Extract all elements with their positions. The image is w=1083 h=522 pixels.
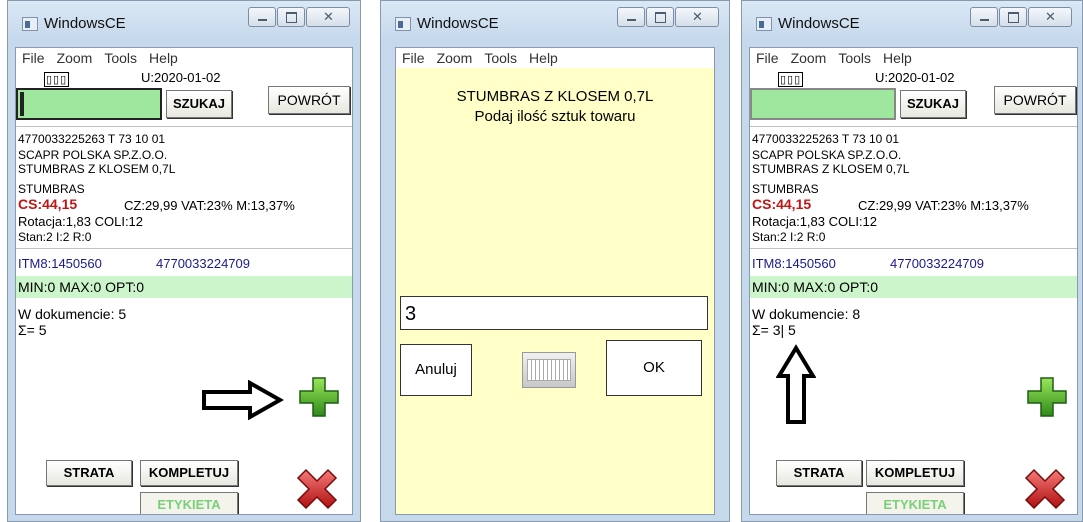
ean-line: 4770033225263 T 73 10 01 — [18, 132, 166, 146]
window-title: WindowsCE — [417, 15, 499, 32]
window-1: WindowsCE File Zoom Tools Help ▯▯▯ U:202… — [7, 0, 361, 522]
menu-tools[interactable]: Tools — [484, 48, 517, 68]
product-name: STUMBRAS Z KLOSEM 0,7L — [18, 162, 176, 176]
keyboard-icon[interactable] — [522, 352, 576, 388]
menu-zoom[interactable]: Zoom — [791, 48, 827, 68]
maximize-button[interactable] — [999, 7, 1027, 27]
menu-zoom[interactable]: Zoom — [57, 48, 93, 68]
barcode-icon: ▯▯▯ — [44, 72, 70, 87]
red-x-icon[interactable] — [294, 466, 340, 512]
rotation-info: Rotacja:1,83 COLI:12 — [752, 214, 878, 229]
product-name: STUMBRAS Z KLOSEM 0,7L — [752, 162, 910, 176]
menu-tools[interactable]: Tools — [838, 48, 871, 68]
minmax-bar: MIN:0 MAX:0 OPT:0 — [16, 276, 352, 298]
price-cs: CS:44,15 — [752, 196, 812, 212]
menu-help[interactable]: Help — [529, 48, 558, 68]
quantity-dialog: STUMBRAS Z KLOSEM 0,7L Podaj ilość sztuk… — [396, 68, 714, 514]
sum-value: Σ= 3| 5 — [752, 322, 796, 338]
close-window-button[interactable] — [1028, 7, 1072, 27]
menu-file[interactable]: File — [22, 48, 45, 68]
supplier-name: SCAPR POLSKA SP.Z.O.O. — [752, 148, 902, 162]
menu-bar: File Zoom Tools Help — [750, 48, 1077, 68]
minmax-bar: MIN:0 MAX:0 OPT:0 — [750, 276, 1077, 298]
menu-file[interactable]: File — [402, 48, 425, 68]
quantity-input[interactable]: 3 — [400, 296, 708, 330]
stock-info: Stan:2 I:2 R:0 — [752, 230, 826, 244]
dialog-product-name: STUMBRAS Z KLOSEM 0,7L — [456, 88, 654, 105]
strata-button[interactable]: STRATA — [776, 460, 862, 486]
menu-zoom[interactable]: Zoom — [437, 48, 473, 68]
cancel-button[interactable]: Anuluj — [400, 344, 472, 396]
ean-line: 4770033225263 T 73 10 01 — [752, 132, 900, 146]
document-count: W dokumencie: 5 — [18, 306, 127, 322]
menu-bar: File Zoom Tools Help — [396, 48, 714, 68]
etykieta-button[interactable]: ETYKIETA — [866, 492, 964, 514]
client-area: File Zoom Tools Help ▯▯▯ U:2020-01-02 SZ… — [749, 47, 1078, 515]
app-icon — [395, 17, 411, 31]
client-area: File Zoom Tools Help STUMBRAS Z KLOSEM 0… — [395, 47, 715, 515]
kompletuj-button[interactable]: KOMPLETUJ — [140, 460, 238, 486]
window-2: WindowsCE File Zoom Tools Help STUMBRAS … — [380, 0, 730, 522]
title-bar: WindowsCE — [742, 1, 1082, 47]
arrow-up-icon — [776, 344, 816, 424]
plus-icon[interactable] — [298, 376, 340, 418]
sum-value: Σ= 5 — [18, 322, 47, 338]
kompletuj-button[interactable]: KOMPLETUJ — [866, 460, 964, 486]
rotation-info: Rotacja:1,83 COLI:12 — [18, 214, 144, 229]
ean-secondary: 4770033224709 — [890, 256, 984, 271]
menu-bar: File Zoom Tools Help — [16, 48, 352, 68]
close-window-button[interactable] — [306, 7, 350, 27]
arrow-right-icon — [202, 380, 284, 420]
price-details: CZ:29,99 VAT:23% M:13,37% — [124, 198, 295, 213]
itm-code: ITM8:1450560 — [18, 256, 102, 271]
minimize-button[interactable] — [617, 7, 645, 27]
menu-tools[interactable]: Tools — [104, 48, 137, 68]
back-button[interactable]: POWRÓT — [268, 86, 350, 114]
close-window-button[interactable] — [675, 7, 719, 27]
search-input[interactable] — [16, 88, 162, 120]
barcode-icon: ▯▯▯ — [778, 72, 804, 87]
menu-file[interactable]: File — [756, 48, 779, 68]
window-3: WindowsCE File Zoom Tools Help ▯▯▯ U:202… — [741, 0, 1083, 522]
ok-button[interactable]: OK — [606, 340, 702, 396]
user-date: U:2020-01-02 — [141, 70, 221, 85]
window-title: WindowsCE — [778, 15, 860, 32]
search-button[interactable]: SZUKAJ — [166, 90, 232, 118]
maximize-button[interactable] — [646, 7, 674, 27]
app-icon — [756, 17, 772, 31]
etykieta-button[interactable]: ETYKIETA — [140, 492, 238, 514]
search-button[interactable]: SZUKAJ — [900, 90, 966, 118]
plus-icon[interactable] — [1026, 376, 1068, 418]
price-cs: CS:44,15 — [18, 196, 78, 212]
product-brand: STUMBRAS — [18, 182, 85, 196]
product-brand: STUMBRAS — [752, 182, 819, 196]
ean-secondary: 4770033224709 — [156, 256, 250, 271]
search-input[interactable] — [750, 88, 896, 120]
supplier-name: SCAPR POLSKA SP.Z.O.O. — [18, 148, 168, 162]
strata-button[interactable]: STRATA — [46, 460, 132, 486]
menu-help[interactable]: Help — [149, 48, 178, 68]
itm-code: ITM8:1450560 — [752, 256, 836, 271]
app-icon — [22, 17, 38, 31]
user-date: U:2020-01-02 — [875, 70, 955, 85]
back-button[interactable]: POWRÓT — [994, 86, 1076, 114]
minimize-button[interactable] — [248, 7, 276, 27]
document-count: W dokumencie: 8 — [752, 306, 861, 322]
title-bar: WindowsCE — [8, 1, 360, 47]
price-details: CZ:29,99 VAT:23% M:13,37% — [858, 198, 1029, 213]
menu-help[interactable]: Help — [883, 48, 912, 68]
stock-info: Stan:2 I:2 R:0 — [18, 230, 92, 244]
red-x-icon[interactable] — [1022, 466, 1068, 512]
dialog-prompt: Podaj ilość sztuk towaru — [474, 108, 636, 125]
minimize-button[interactable] — [970, 7, 998, 27]
maximize-button[interactable] — [277, 7, 305, 27]
title-bar: WindowsCE — [381, 1, 729, 47]
window-title: WindowsCE — [44, 15, 126, 32]
client-area: File Zoom Tools Help ▯▯▯ U:2020-01-02 SZ… — [15, 47, 353, 515]
